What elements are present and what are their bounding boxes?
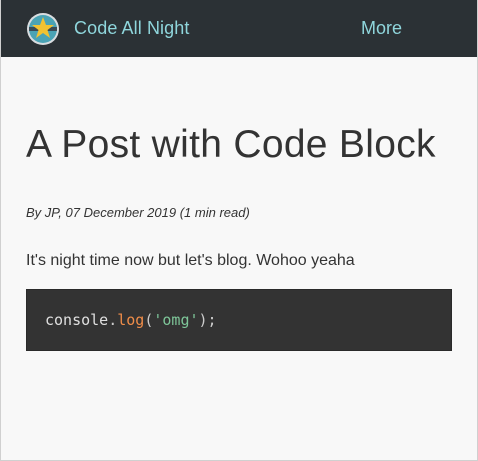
code-block: console. log('omg'); (26, 289, 452, 351)
code-close: ); (198, 311, 217, 329)
post-author: JP (44, 205, 59, 220)
code-dot: . (108, 311, 118, 329)
read-time: (1 min read) (176, 205, 250, 220)
post-date: 07 December 2019 (65, 205, 177, 220)
post-content: A Post with Code Block By JP, 07 Decembe… (26, 124, 452, 351)
meta-prefix: By (26, 205, 45, 220)
code-method: log (117, 311, 145, 329)
code-open-paren: ( (144, 311, 154, 329)
code-string: 'omg' (153, 311, 199, 329)
nav-more-link[interactable]: More (361, 18, 402, 39)
post-meta: By JP, 07 December 2019 (1 min read) (26, 205, 452, 220)
meta-separator: , (58, 205, 66, 220)
site-name: Code All Night (74, 18, 190, 38)
page: Code All Night More A Post with Code Blo… (0, 0, 478, 461)
post-title: A Post with Code Block (26, 123, 436, 166)
night-star-logo-icon (27, 12, 59, 45)
site-brand-link[interactable]: Code All Night (26, 12, 189, 46)
code-object: console (45, 311, 109, 329)
post-paragraph: It's night time now but let's blog. Woho… (26, 252, 355, 269)
top-navbar: Code All Night More (1, 0, 477, 57)
